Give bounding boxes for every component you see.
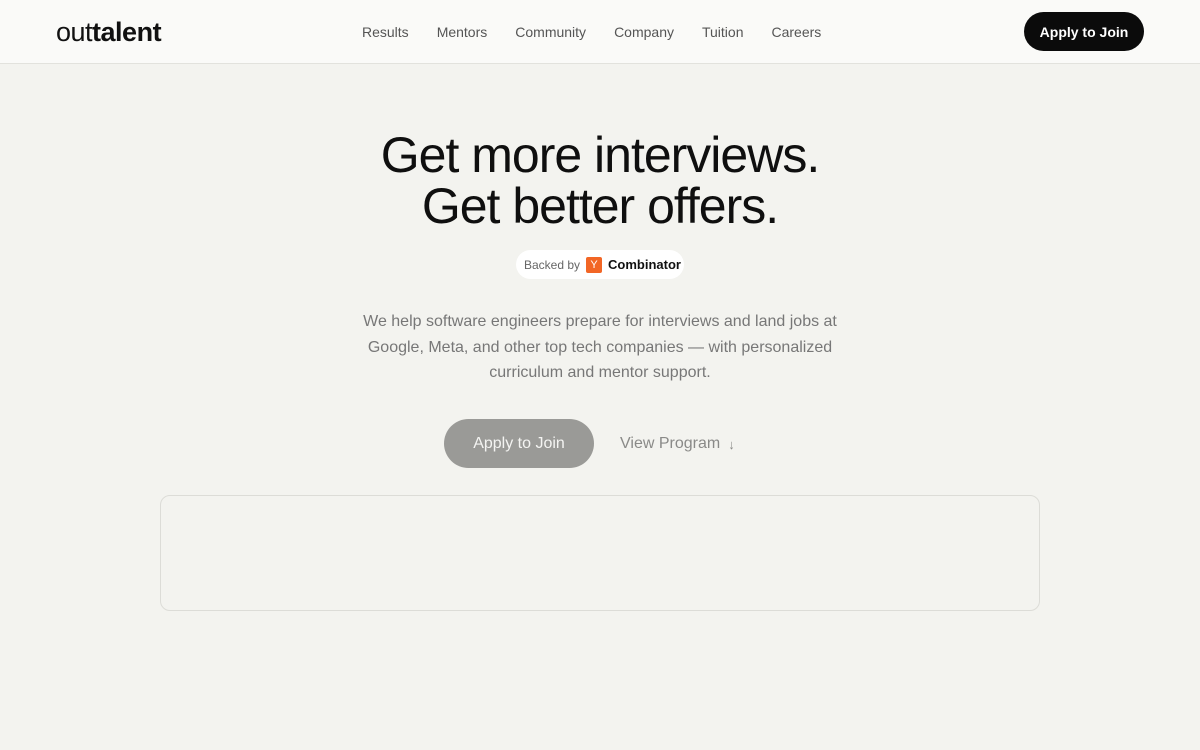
nav-item-company[interactable]: Company xyxy=(600,20,688,44)
hero-apply-button[interactable]: Apply to Join xyxy=(444,419,594,468)
nav-item-tuition[interactable]: Tuition xyxy=(688,20,758,44)
nav-item-mentors[interactable]: Mentors xyxy=(423,20,502,44)
top-navigation-bar: out talent Results Mentors Community Comp… xyxy=(0,0,1200,64)
hero-subtitle: We help software engineers prepare for i… xyxy=(363,313,837,381)
nav-item-community[interactable]: Community xyxy=(501,20,600,44)
outtalent-logo[interactable]: out talent xyxy=(56,14,162,50)
program-preview-panel xyxy=(160,495,1040,611)
nav-item-careers[interactable]: Careers xyxy=(758,20,836,44)
hero-title: Get more interviews. Get better offers. xyxy=(0,130,1200,232)
header-apply-button[interactable]: Apply to Join xyxy=(1024,12,1144,51)
nav-item-results[interactable]: Results xyxy=(348,20,423,44)
view-program-link[interactable]: View Program ↓ xyxy=(620,432,735,456)
logo-part-talent: talent xyxy=(92,17,162,47)
badge-prefix: Backed by xyxy=(524,257,581,272)
logo-part-out: out xyxy=(56,17,93,47)
y-combinator-icon: Y xyxy=(586,256,603,273)
hero-title-line-1: Get more interviews. xyxy=(380,127,820,183)
hero-title-line-2: Get better offers. xyxy=(421,178,779,234)
main-nav: Results Mentors Community Company Tuitio… xyxy=(348,20,835,44)
yc-backed-badge: Backed by Y Combinator xyxy=(516,250,684,279)
badge-name: Combinator xyxy=(608,257,681,272)
view-program-label: View Program xyxy=(620,435,721,452)
arrow-down-icon: ↓ xyxy=(728,436,735,452)
